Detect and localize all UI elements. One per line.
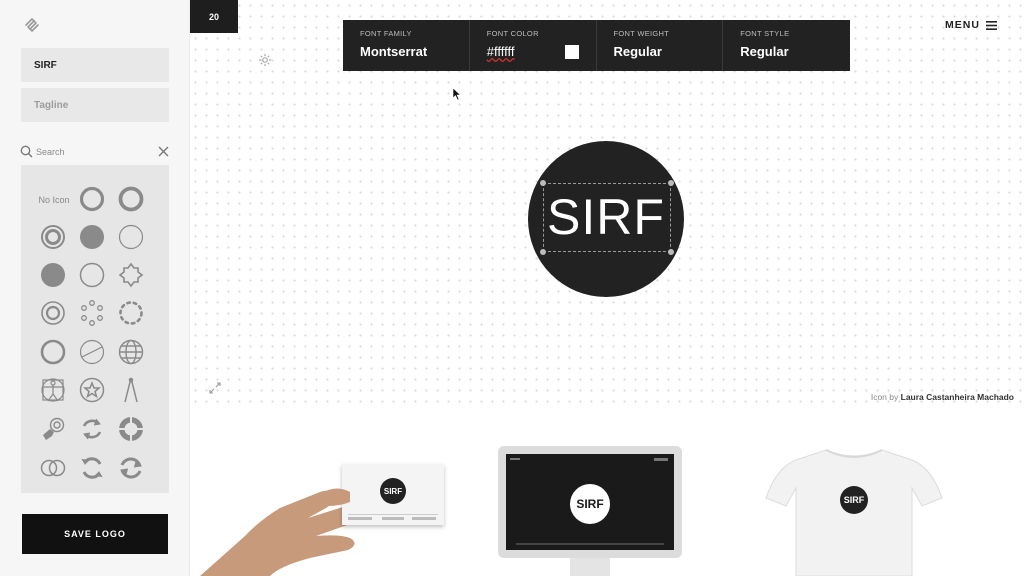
- menu-button[interactable]: MENU: [945, 19, 997, 31]
- font-style-label: FONT STYLE: [740, 29, 790, 38]
- cycle-arrows-icon[interactable]: [74, 450, 110, 486]
- ring-thick-icon[interactable]: [74, 181, 110, 217]
- ring-icon[interactable]: [35, 334, 71, 370]
- dot-ring-icon[interactable]: [74, 295, 110, 331]
- sync-icon[interactable]: [113, 450, 149, 486]
- font-style-control[interactable]: FONT STYLE Regular: [723, 20, 850, 71]
- font-size-badge[interactable]: 20: [190, 0, 238, 33]
- thin-circle-icon[interactable]: [113, 219, 149, 255]
- squarespace-logo-icon[interactable]: [23, 16, 41, 34]
- resize-handle[interactable]: [540, 249, 546, 255]
- font-style-value: Regular: [740, 44, 789, 59]
- font-toolbar: FONT FAMILY Montserrat FONT COLOR #fffff…: [343, 20, 850, 71]
- font-weight-label: FONT WEIGHT: [613, 29, 670, 38]
- thumb-illustration: [320, 488, 350, 506]
- tshirt-logo: SIRF: [840, 486, 868, 514]
- filled-circle-icon[interactable]: [35, 257, 71, 293]
- font-weight-control[interactable]: FONT WEIGHT Regular: [597, 20, 724, 71]
- search-icon: [20, 145, 33, 158]
- hand-target-icon[interactable]: [35, 411, 71, 447]
- hamburger-icon: [985, 20, 997, 30]
- compass-icon[interactable]: [113, 372, 149, 408]
- gear-icon[interactable]: [258, 53, 272, 67]
- linked-rings-icon[interactable]: [35, 450, 71, 486]
- star-badge-icon[interactable]: [74, 372, 110, 408]
- font-color-swatch[interactable]: [564, 45, 579, 59]
- mouse-cursor-icon: [452, 87, 462, 101]
- icon-credit: Icon by Laura Castanheira Machado: [871, 392, 1014, 402]
- globe-icon[interactable]: [113, 334, 149, 370]
- menu-label: MENU: [945, 19, 980, 31]
- font-color-value[interactable]: #ffffff: [487, 44, 596, 59]
- font-family-label: FONT FAMILY: [360, 29, 412, 38]
- logo-name-field[interactable]: [21, 48, 169, 82]
- text-selection-box[interactable]: [540, 180, 674, 255]
- close-icon[interactable]: [157, 145, 170, 158]
- business-card-mockup: SIRF: [200, 440, 460, 576]
- font-color-control[interactable]: FONT COLOR #ffffff: [470, 20, 597, 71]
- filled-circle-icon[interactable]: [74, 219, 110, 255]
- ring-bold-icon[interactable]: [113, 181, 149, 217]
- sliced-circle-icon[interactable]: [74, 334, 110, 370]
- icon-grid: No Icon: [21, 165, 169, 493]
- credit-author[interactable]: Laura Castanheira Machado: [901, 392, 1014, 402]
- credit-prefix: Icon by: [870, 392, 899, 402]
- sidebar: No Icon: [0, 0, 190, 576]
- ornament-frame-icon[interactable]: [113, 257, 149, 293]
- expand-icon[interactable]: [209, 382, 221, 394]
- no-icon-option[interactable]: No Icon: [36, 182, 72, 218]
- target-ring-icon[interactable]: [35, 295, 71, 331]
- font-weight-value: Regular: [613, 44, 662, 59]
- save-logo-button[interactable]: SAVE LOGO: [22, 514, 168, 554]
- font-family-value: Montserrat: [360, 44, 428, 59]
- tshirt-mockup: SIRF: [762, 448, 946, 576]
- vitruvian-man-icon[interactable]: [35, 372, 71, 408]
- monitor-logo: SIRF: [570, 484, 610, 524]
- icon-search: [20, 143, 170, 161]
- font-color-label: FONT COLOR: [486, 29, 539, 38]
- font-family-control[interactable]: FONT FAMILY Montserrat: [343, 20, 470, 71]
- resize-handle[interactable]: [668, 249, 674, 255]
- life-ring-icon[interactable]: [113, 411, 149, 447]
- outline-circle-icon[interactable]: [74, 257, 110, 293]
- tagline-field[interactable]: [21, 88, 169, 122]
- monitor-stand: [570, 558, 610, 576]
- dotted-circle-icon[interactable]: [113, 295, 149, 331]
- search-input[interactable]: [36, 144, 151, 160]
- double-ring-icon[interactable]: [35, 219, 71, 255]
- refresh-icon[interactable]: [74, 411, 110, 447]
- resize-handle[interactable]: [540, 180, 546, 186]
- resize-handle[interactable]: [668, 180, 674, 186]
- monitor-mockup: SIRF: [498, 446, 682, 576]
- no-icon-label: No Icon: [38, 195, 70, 205]
- monitor-screen: SIRF: [506, 454, 674, 550]
